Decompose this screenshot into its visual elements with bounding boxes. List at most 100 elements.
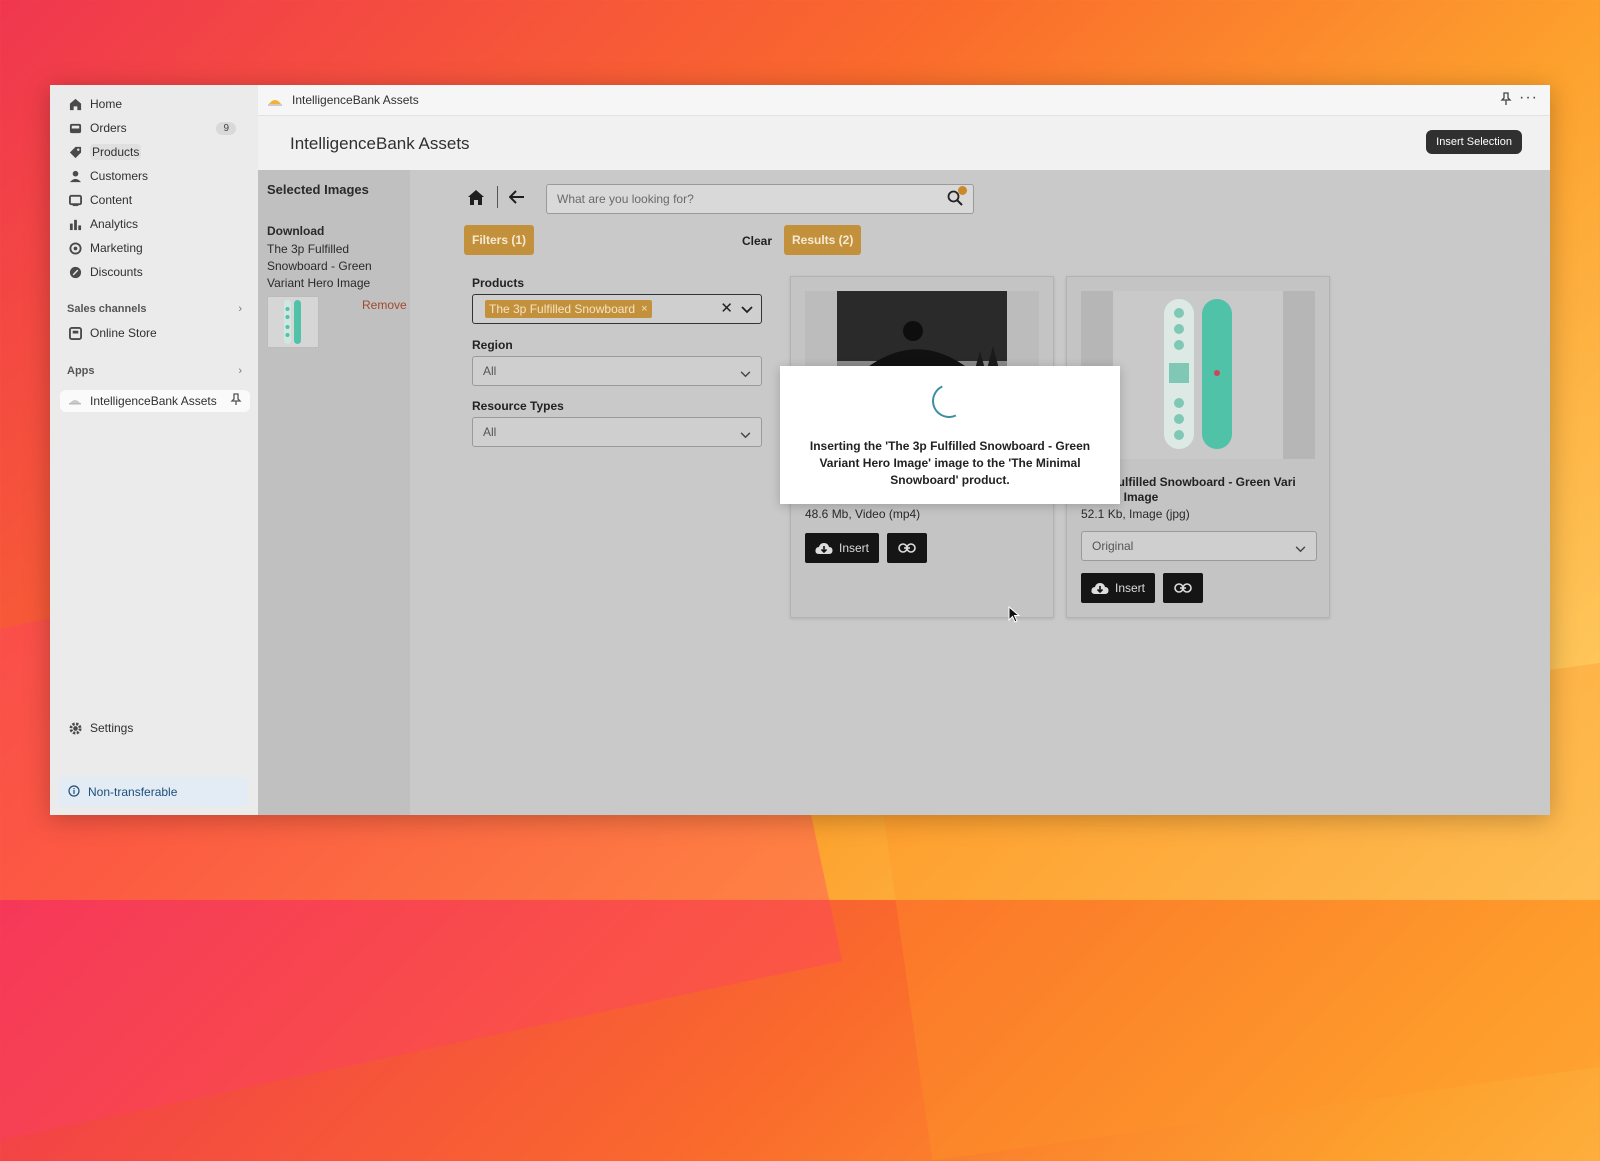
chip-remove-icon[interactable]: ×	[641, 303, 647, 315]
app-content: Selected Images Download The 3p Fulfille…	[258, 170, 1550, 815]
insert-button[interactable]: Insert	[805, 533, 879, 563]
sidebar-item-content[interactable]: Content	[60, 189, 250, 211]
cloud-download-icon	[1091, 582, 1109, 595]
sidebar-item-products[interactable]: Products	[60, 141, 250, 163]
topbar-app-name: IntelligenceBank Assets	[292, 93, 419, 107]
chevron-down-icon	[740, 426, 751, 444]
app-logo-icon	[68, 394, 82, 408]
sidebar-item-analytics[interactable]: Analytics	[60, 213, 250, 235]
clear-selection-icon[interactable]: ✕	[720, 299, 733, 317]
download-label[interactable]: Download	[267, 224, 324, 238]
inbox-icon	[68, 121, 82, 135]
sidebar-item-online-store[interactable]: Online Store	[60, 322, 250, 344]
discount-icon	[68, 265, 82, 279]
link-icon	[898, 541, 916, 556]
sidebar-item-marketing[interactable]: Marketing	[60, 237, 250, 259]
sidebar-item-label: Products	[90, 144, 142, 160]
selected-image-name: The 3p Fulfilled Snowboard - Green Varia…	[267, 242, 372, 290]
region-value: All	[483, 364, 497, 378]
search-indicator-dot	[958, 186, 967, 195]
tag-icon	[68, 145, 82, 159]
sidebar-item-settings[interactable]: Settings	[60, 717, 250, 739]
apps-heading[interactable]: Apps ›	[67, 365, 242, 377]
product-chip-label: The 3p Fulfilled Snowboard	[489, 302, 636, 316]
filters-button[interactable]: Filters (1)	[464, 225, 535, 255]
page-title: IntelligenceBank Assets	[290, 134, 470, 153]
pin-icon[interactable]	[1500, 92, 1512, 109]
sidebar-item-label: Online Store	[90, 326, 157, 340]
toolbar-divider	[497, 186, 498, 208]
person-icon	[68, 169, 82, 183]
sidebar: Home Orders 9 Products Customers Content…	[50, 85, 258, 815]
remove-link[interactable]: Remove	[362, 298, 407, 312]
chevron-down-icon	[740, 365, 751, 383]
sidebar-item-label: Orders	[90, 121, 127, 135]
gear-icon	[68, 721, 82, 735]
chevron-down-icon[interactable]	[741, 301, 753, 319]
link-icon	[1174, 581, 1192, 596]
target-icon	[68, 241, 82, 255]
copy-link-button[interactable]	[887, 533, 927, 563]
non-transferable-banner[interactable]: Non-transferable	[58, 777, 248, 807]
resource-types-value: All	[483, 425, 497, 439]
sidebar-item-intelligencebank[interactable]: IntelligenceBank Assets	[60, 390, 250, 412]
sidebar-item-label: Settings	[90, 721, 134, 735]
selected-images-panel: Selected Images Download The 3p Fulfille…	[258, 170, 410, 815]
selected-images-title: Selected Images	[267, 182, 369, 197]
sidebar-item-label: Marketing	[90, 241, 143, 255]
sidebar-item-label: Home	[90, 97, 123, 111]
sidebar-item-home[interactable]: Home	[60, 93, 250, 115]
resource-types-select[interactable]: All	[472, 417, 762, 447]
home-icon	[68, 97, 82, 111]
insert-button[interactable]: Insert	[1081, 573, 1155, 603]
selected-image-thumbnail	[267, 296, 319, 348]
mouse-cursor-icon	[1008, 605, 1021, 629]
sidebar-item-label: Content	[90, 193, 133, 207]
sidebar-item-orders[interactable]: Orders 9	[60, 117, 250, 139]
variant-value: Original	[1092, 539, 1134, 553]
search-box	[546, 184, 974, 214]
region-select[interactable]: All	[472, 356, 762, 386]
product-filter-chip: The 3p Fulfilled Snowboard ×	[485, 300, 652, 318]
chevron-right-icon: ›	[238, 303, 242, 315]
info-icon	[68, 784, 80, 800]
chevron-right-icon: ›	[238, 365, 242, 377]
dialog-message: Inserting the 'The 3p Fulfilled Snowboar…	[809, 439, 1091, 487]
inserting-dialog: Inserting the 'The 3p Fulfilled Snowboar…	[780, 366, 1120, 504]
region-label: Region	[472, 338, 513, 352]
sidebar-item-label: Discounts	[90, 265, 143, 279]
app-logo-icon	[268, 95, 282, 106]
products-label: Products	[472, 276, 525, 290]
sidebar-item-customers[interactable]: Customers	[60, 165, 250, 187]
orders-count-badge: 9	[216, 121, 236, 135]
more-options-icon[interactable]: ···	[1519, 89, 1538, 107]
pin-icon[interactable]	[230, 393, 242, 409]
insert-selection-button[interactable]: Insert Selection	[1426, 130, 1522, 154]
asset-meta: 48.6 Mb, Video (mp4)	[805, 507, 921, 521]
app-window: Home Orders 9 Products Customers Content…	[50, 85, 1550, 815]
variant-select[interactable]: Original	[1081, 531, 1317, 561]
store-icon	[68, 326, 82, 340]
clear-filters-button[interactable]: Clear	[742, 234, 772, 248]
home-icon[interactable]	[467, 189, 485, 211]
sidebar-item-discounts[interactable]: Discounts	[60, 261, 250, 283]
sidebar-item-label: IntelligenceBank Assets	[90, 394, 217, 408]
resource-types-label: Resource Types	[472, 399, 564, 413]
cloud-download-icon	[815, 542, 833, 555]
back-arrow-icon[interactable]	[508, 190, 525, 209]
results-button[interactable]: Results (2)	[784, 225, 862, 255]
non-transferable-label: Non-transferable	[88, 785, 178, 799]
loading-spinner-icon	[927, 379, 971, 423]
search-input[interactable]	[555, 189, 939, 209]
page-header: IntelligenceBank Assets Insert Selection	[258, 115, 1550, 170]
chevron-down-icon	[1295, 540, 1306, 558]
content-icon	[68, 193, 82, 207]
asset-meta: 52.1 Kb, Image (jpg)	[1081, 507, 1190, 521]
products-select[interactable]: The 3p Fulfilled Snowboard × ✕	[472, 294, 762, 324]
app-topbar: IntelligenceBank Assets ···	[258, 85, 1550, 115]
copy-link-button[interactable]	[1163, 573, 1203, 603]
sidebar-item-label: Customers	[90, 169, 149, 183]
sidebar-item-label: Analytics	[90, 217, 139, 231]
sales-channels-heading[interactable]: Sales channels ›	[67, 303, 242, 315]
bar-chart-icon	[68, 217, 82, 231]
